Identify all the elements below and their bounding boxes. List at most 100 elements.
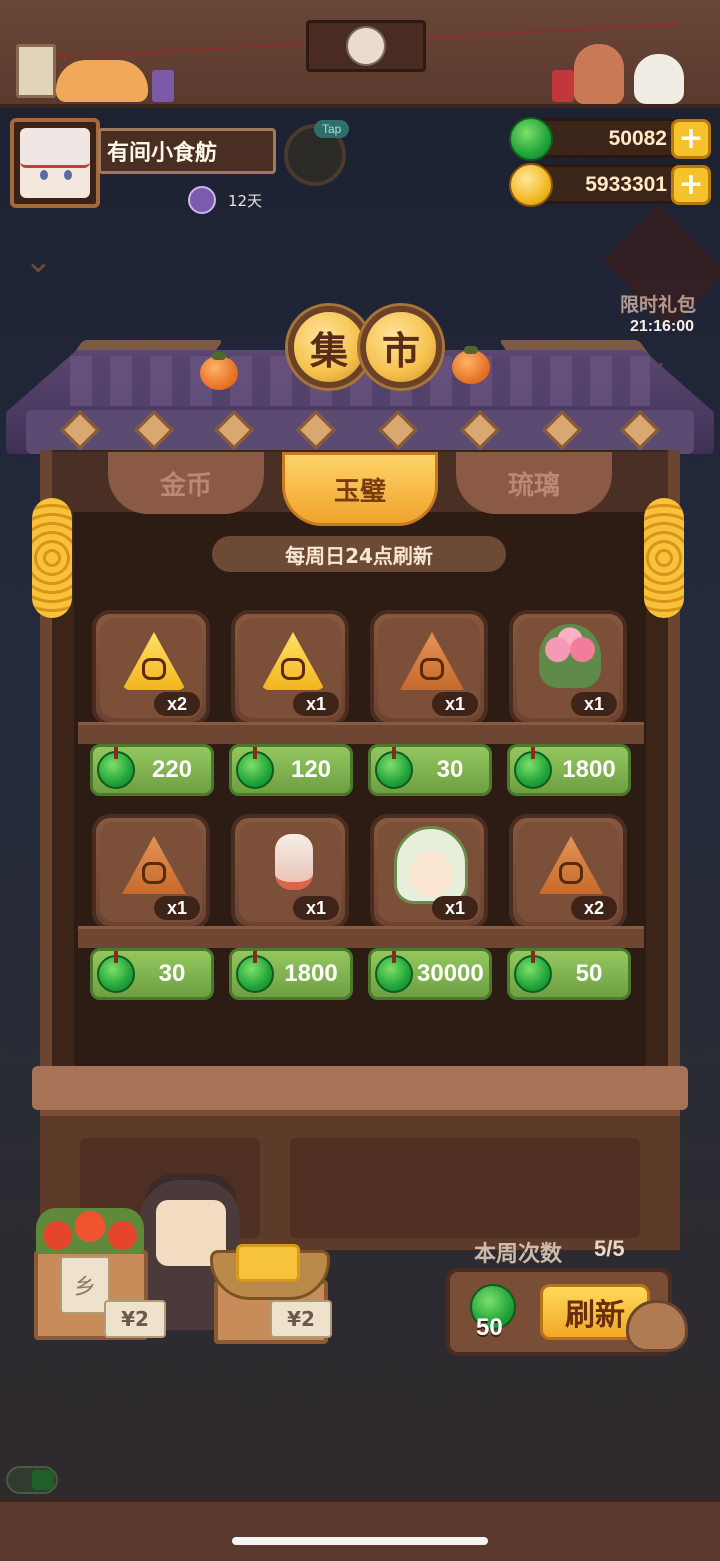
counter-panel xyxy=(290,1138,470,1238)
item-quantity: x1 xyxy=(293,896,339,920)
zongzi-mark xyxy=(281,658,305,680)
shelf xyxy=(78,926,644,948)
cat-face-icon xyxy=(346,26,386,66)
stall-sign: 乡 xyxy=(60,1256,110,1314)
shop-item[interactable]: x1 xyxy=(231,610,349,726)
buy-button[interactable]: 120 xyxy=(229,744,353,796)
item-quantity: x1 xyxy=(432,692,478,716)
jade-coin-icon xyxy=(97,747,135,789)
vip-badge-icon xyxy=(188,186,216,214)
counter-top xyxy=(32,1066,688,1110)
buy-button[interactable]: 30000 xyxy=(368,948,492,1000)
persimmon-icon xyxy=(452,346,490,384)
item-quantity: x1 xyxy=(432,896,478,920)
item-quantity: x1 xyxy=(571,692,617,716)
zongzi-mark xyxy=(420,658,444,680)
tab-gold[interactable]: 金币 xyxy=(108,452,264,514)
tab-glass[interactable]: 琉璃 xyxy=(456,452,612,514)
avatar-eye-icon xyxy=(64,170,72,180)
shop-item[interactable]: x1 xyxy=(370,814,488,930)
flower-bouquet-icon xyxy=(539,624,601,688)
item-quantity: x2 xyxy=(571,896,617,920)
paper-sign-icon xyxy=(16,44,56,98)
add-jade-button[interactable]: + xyxy=(671,119,711,159)
bottom-bar xyxy=(0,1498,720,1561)
buy-button[interactable]: 30 xyxy=(368,744,492,796)
item-price: 1800 xyxy=(284,960,338,987)
avatar-eye-icon xyxy=(40,170,48,180)
gold-amount: 5933301 xyxy=(585,173,667,196)
jade-coin-icon xyxy=(514,747,552,789)
jade-coin-icon xyxy=(97,951,135,993)
jade-coin-icon xyxy=(236,951,274,993)
zongzi-mark xyxy=(559,862,583,884)
toggle-switch[interactable] xyxy=(6,1466,58,1494)
item-price: 30000 xyxy=(417,960,484,987)
corn-decoration-icon xyxy=(32,498,72,618)
tab-jade[interactable]: 玉璧 xyxy=(282,452,438,526)
zongzi-mark xyxy=(142,862,166,884)
shop-item[interactable]: x1 xyxy=(509,610,627,726)
add-gold-button[interactable]: + xyxy=(671,165,711,205)
shop-item[interactable]: x2 xyxy=(509,814,627,930)
shop-item[interactable]: x1 xyxy=(92,814,210,930)
chevron-down-icon[interactable]: ⌄ xyxy=(24,244,68,278)
jade-coin-icon xyxy=(375,951,413,993)
item-price: 1800 xyxy=(562,756,616,783)
counter-panel xyxy=(460,1138,640,1238)
jade-coin-icon xyxy=(236,747,274,789)
item-price: 50 xyxy=(575,960,603,987)
weekly-count-value: 5/5 xyxy=(594,1236,625,1261)
jade-coin-icon xyxy=(514,951,552,993)
buy-button[interactable]: 50 xyxy=(507,948,631,1000)
item-quantity: x1 xyxy=(293,692,339,716)
home-indicator[interactable] xyxy=(232,1537,488,1545)
price-tag: ¥2 xyxy=(270,1300,332,1338)
roof-beam xyxy=(26,410,694,454)
zongzi-mark xyxy=(142,658,166,680)
player-avatar[interactable] xyxy=(10,118,100,208)
limited-gift-timer: 21:16:00 xyxy=(630,318,695,335)
mascot-icon xyxy=(626,1300,688,1352)
days-count: 12天 xyxy=(228,192,263,210)
jade-amount: 50082 xyxy=(608,127,667,150)
price-tag: ¥2 xyxy=(104,1300,166,1338)
weekly-refresh-note: 每周日24点刷新 xyxy=(212,536,506,572)
white-cat-icon xyxy=(634,54,684,104)
limited-gift-label[interactable]: 限时礼包 xyxy=(620,290,696,317)
avatar-hair xyxy=(20,128,90,168)
girl-figure-icon xyxy=(574,44,624,104)
gold-coin-icon xyxy=(509,163,553,207)
lantern-icon xyxy=(275,834,313,890)
jade-currency-bar: 50082 + xyxy=(509,117,711,161)
gold-currency-bar: 5933301 + xyxy=(509,163,711,207)
item-quantity: x1 xyxy=(154,896,200,920)
buy-button[interactable]: 220 xyxy=(90,744,214,796)
toggle-knob xyxy=(32,1470,54,1490)
character-icon xyxy=(394,826,468,904)
corn-decoration-icon xyxy=(644,498,684,618)
tofu-icon xyxy=(236,1244,300,1282)
tomatoes-icon xyxy=(36,1208,144,1254)
shelf xyxy=(78,722,644,744)
item-price: 120 xyxy=(290,756,332,783)
red-jar-icon xyxy=(552,70,574,102)
shop-item[interactable]: x1 xyxy=(370,610,488,726)
shop-item[interactable]: x1 xyxy=(231,814,349,930)
refresh-cost: 50 xyxy=(476,1314,503,1341)
buy-button[interactable]: 30 xyxy=(90,948,214,1000)
buy-button[interactable]: 1800 xyxy=(507,744,631,796)
item-price: 30 xyxy=(158,960,186,987)
item-price: 220 xyxy=(151,756,193,783)
market-title-char: 集 xyxy=(288,306,370,388)
item-quantity: x2 xyxy=(154,692,200,716)
buy-button[interactable]: 1800 xyxy=(229,948,353,1000)
jade-coin-icon xyxy=(375,747,413,789)
tap-label: Tap xyxy=(314,120,350,138)
persimmon-icon xyxy=(200,352,238,390)
jade-coin-icon xyxy=(509,117,553,161)
shop-name-plate[interactable]: 有间小食舫 xyxy=(98,128,276,174)
shop-item[interactable]: x2 xyxy=(92,610,210,726)
market-title-char: 市 xyxy=(360,306,442,388)
weekly-count-label: 本周次数 xyxy=(474,1242,563,1267)
